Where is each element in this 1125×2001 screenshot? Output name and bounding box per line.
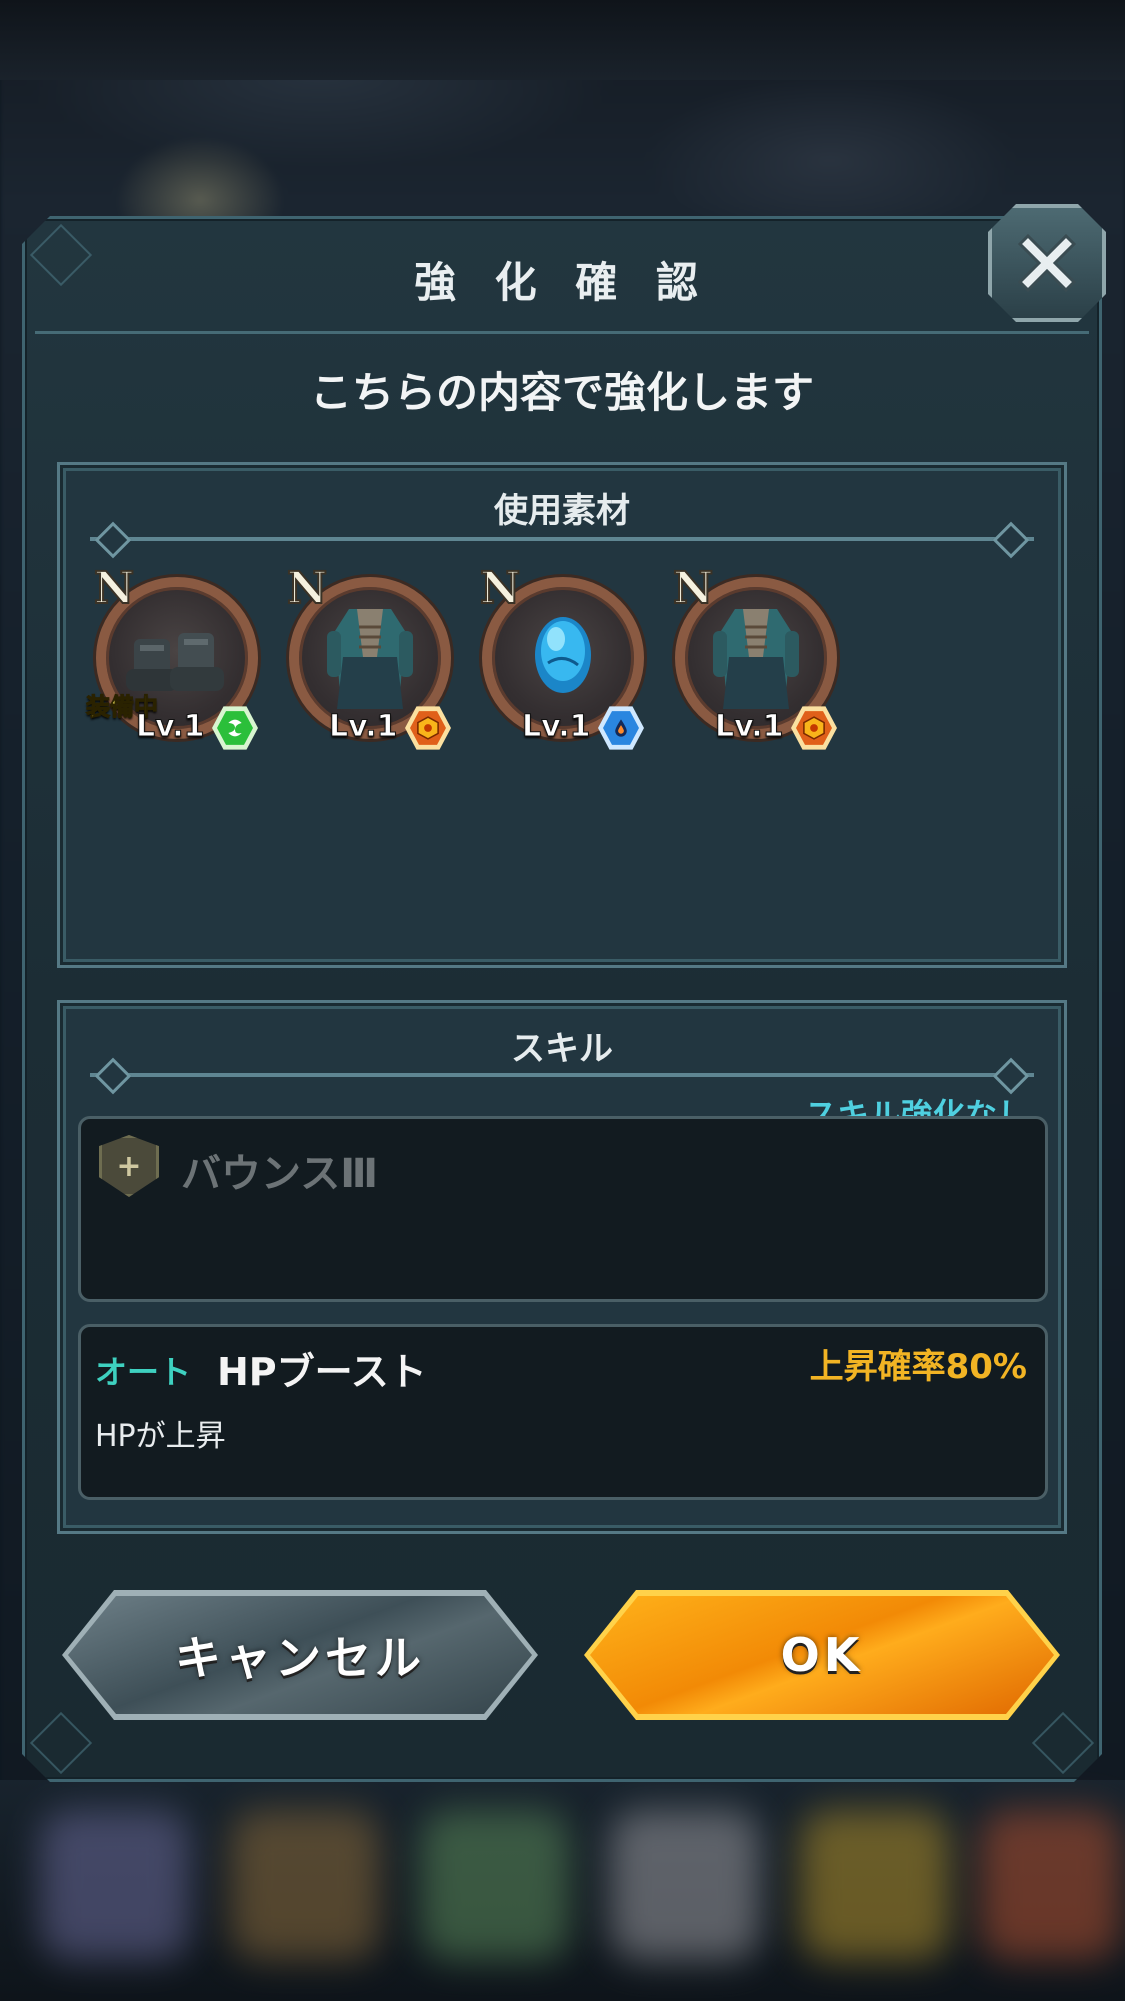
enhance-confirm-dialog: 強 化 確 認 こちらの内容で強化します xyxy=(22,216,1102,1782)
current-skill-box: + バウンスⅢ xyxy=(78,1116,1048,1302)
material-item[interactable]: N Lv.1 xyxy=(667,562,843,750)
materials-header: 使用素材 xyxy=(494,491,630,531)
panel-divider xyxy=(90,537,1034,541)
level-label: Lv.1 xyxy=(715,709,784,745)
shield-plus-icon: + xyxy=(99,1135,159,1197)
auto-skill-name: HPブースト xyxy=(217,1350,427,1394)
current-skill-name: バウンスⅢ xyxy=(181,1151,379,1197)
panel-divider xyxy=(90,1073,1034,1077)
background-blur-blob xyxy=(40,1810,190,1960)
materials-panel: 使用素材 N 装備中 Lv.1 N Lv.1 N Lv.1 N Lv.1 xyxy=(57,462,1067,968)
close-button[interactable] xyxy=(988,204,1106,322)
rarity-label: N xyxy=(286,562,328,615)
ok-button-label: OK xyxy=(780,1628,864,1682)
dialog-subtitle: こちらの内容で強化します xyxy=(309,368,814,417)
background-blur-blob xyxy=(230,1810,380,1960)
material-item[interactable]: N Lv.1 xyxy=(281,562,457,750)
dialog-title: 強 化 確 認 xyxy=(414,258,710,307)
background-blur-blob xyxy=(420,1810,570,1960)
rarity-label: N xyxy=(479,562,521,615)
level-label: Lv.1 xyxy=(522,709,591,745)
close-icon xyxy=(1017,233,1077,293)
background-top-bar xyxy=(0,0,1125,80)
auto-skill-box: オート HPブースト 上昇確率80% HPが上昇 xyxy=(78,1324,1048,1500)
auto-skill-description: HPが上昇 xyxy=(95,1419,226,1454)
skill-header: スキル xyxy=(511,1029,613,1069)
corner-ornament xyxy=(1032,1712,1094,1774)
corner-ornament xyxy=(30,1712,92,1774)
cancel-button-label: キャンセル xyxy=(175,1631,425,1685)
title-divider xyxy=(35,331,1089,334)
background-blur-blob xyxy=(800,1810,950,1960)
level-label: Lv.1 xyxy=(136,709,205,745)
success-rate-label: 上昇確率80% xyxy=(809,1347,1027,1387)
background-blur-blob xyxy=(610,1810,760,1960)
material-item[interactable]: N 装備中 Lv.1 xyxy=(86,562,264,750)
auto-skill-tag: オート xyxy=(95,1353,192,1391)
ok-button[interactable]: OK xyxy=(584,1590,1060,1720)
rarity-label: N xyxy=(93,562,135,615)
cancel-button[interactable]: キャンセル xyxy=(62,1590,538,1720)
rarity-label: N xyxy=(672,562,714,615)
material-item[interactable]: N Lv.1 xyxy=(474,562,650,750)
level-label: Lv.1 xyxy=(329,709,398,745)
background-blur-blob xyxy=(980,1810,1120,1960)
